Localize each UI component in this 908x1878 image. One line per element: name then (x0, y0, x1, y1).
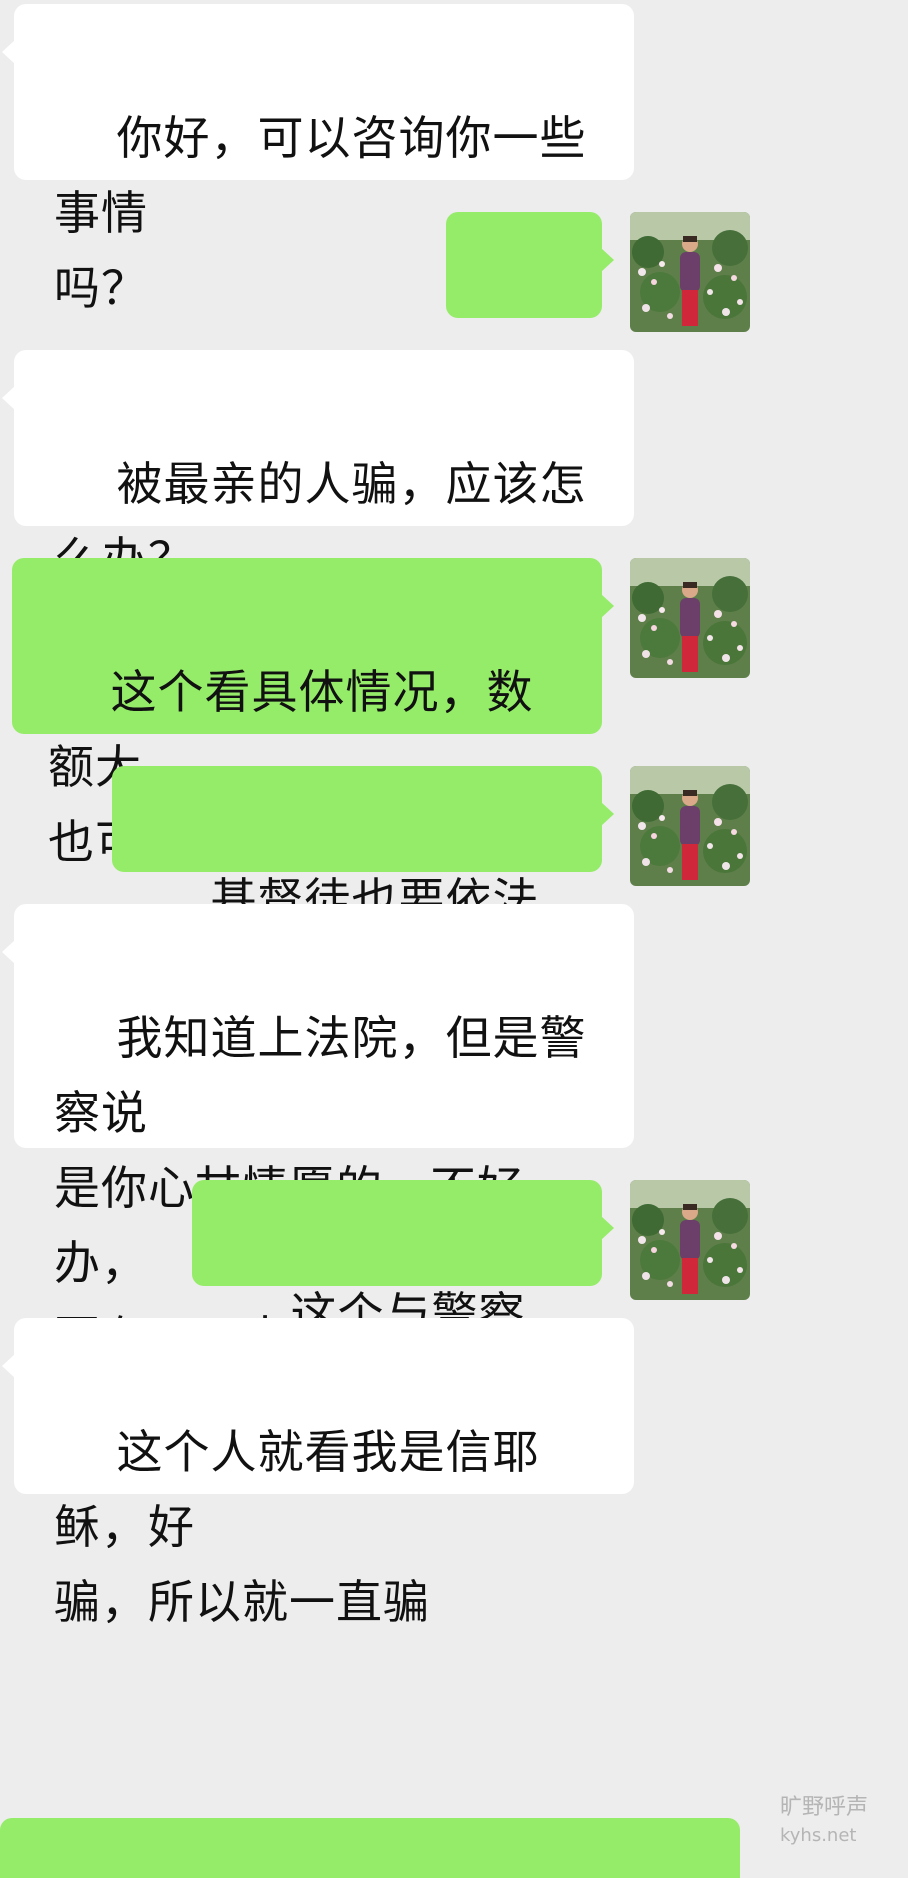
watermark: 旷野呼声 kyhs.net (780, 1795, 868, 1849)
avatar[interactable] (630, 766, 750, 886)
watermark-site: kyhs.net (779, 1825, 857, 1846)
message-bubble-outgoing-partial[interactable] (0, 1818, 740, 1878)
message-bubble-outgoing[interactable]: 这个与警察无关， (192, 1180, 614, 1416)
message-bubble-incoming[interactable]: 我知道上法院，但是警察说 是你心甘情愿的，不好办， 要有二三十万吧！ (2, 904, 634, 1365)
message-bubble-incoming[interactable]: 你好，可以咨询你一些事情 吗？ (2, 4, 634, 315)
watermark-title: 旷野呼声 (779, 1795, 868, 1820)
avatar-photo-icon (630, 1180, 750, 1300)
message-bubble-incoming[interactable]: 被最亲的人骗，应该怎么办？ 感觉现在的人都没有人性 (2, 350, 634, 661)
message-bubble-outgoing[interactable]: 请说 (446, 212, 614, 523)
avatar[interactable] (630, 1180, 750, 1300)
avatar[interactable] (630, 558, 750, 678)
avatar-photo-icon (630, 558, 750, 678)
message-bubble-outgoing[interactable]: 这个看具体情况，数额大， 也可以上法院 (12, 558, 614, 869)
avatar-photo-icon (630, 212, 750, 332)
message-bubble-incoming[interactable]: 这个人就看我是信耶稣，好 骗，所以就一直骗 (2, 1318, 634, 1629)
chat-window: 你好，可以咨询你一些事情 吗？ 请说 被最亲的人骗，应该怎么办？ 感觉现在的人都… (0, 0, 908, 1878)
avatar[interactable] (630, 212, 750, 332)
avatar-photo-icon (630, 766, 750, 886)
message-bubble-outgoing[interactable]: 基督徒也要依法行事 (112, 766, 614, 1002)
message-text: 这个人就看我是信耶稣，好 骗，所以就一直骗 (54, 1425, 540, 1629)
